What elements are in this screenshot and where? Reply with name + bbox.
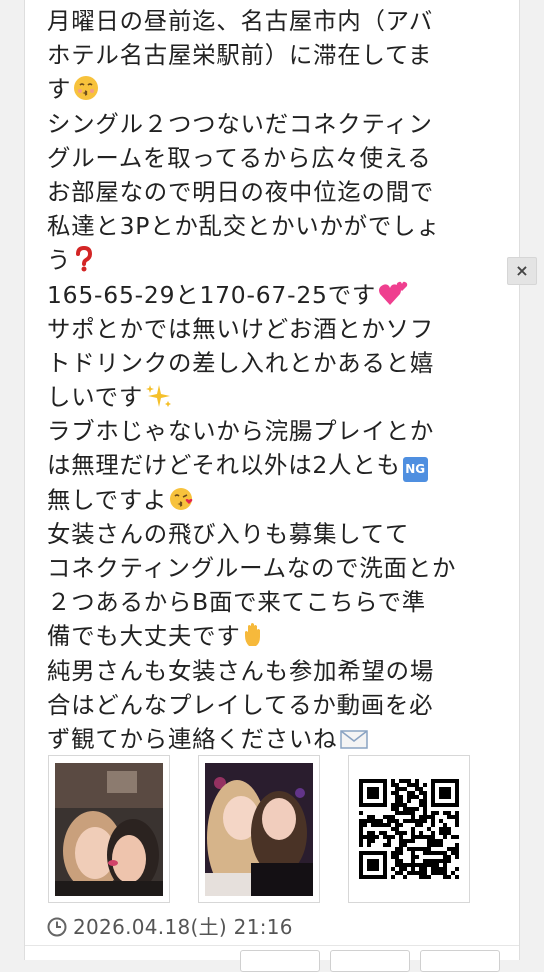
post-line: お部屋なので明日の夜中位迄の間で: [47, 177, 435, 206]
post-line: ず観てから連絡くださいね: [47, 722, 502, 756]
post-line: 無しですよ: [47, 483, 502, 517]
raised-hand-icon: [243, 622, 267, 657]
ng-badge-icon: NG: [402, 457, 428, 483]
photo-image: [55, 763, 163, 896]
qr-code-thumbnail[interactable]: [348, 755, 470, 903]
photo-image: [205, 763, 313, 896]
photo-thumbnail-1[interactable]: [48, 755, 170, 903]
post-line: 165-65-29と170-67-25です: [47, 278, 502, 312]
post-line: シングル２つつないだコネクティン: [47, 109, 433, 138]
red-question-mark-icon: [73, 246, 95, 281]
post-body: 月曜日の昼前迄、名古屋市内（アバ ホテル名古屋栄駅前）に滞在してま す シングル…: [47, 4, 502, 756]
post-line: は無理だけどそれ以外は2人とも NG: [47, 448, 502, 483]
post-line: コネクティングルームなので洗面とか: [47, 554, 457, 582]
post-line: 女装さんの飛び入りも募集してて: [47, 519, 410, 548]
post-line: しいです: [47, 380, 502, 414]
post-line: トドリンクの差し入れとかあると嬉: [47, 348, 435, 377]
post-meta: 2026.04.18(土) 21:16: [47, 912, 293, 942]
post-line: 備でも大丈夫です: [47, 619, 502, 653]
divider: [25, 945, 519, 946]
sparkles-icon: [145, 383, 173, 418]
action-button[interactable]: [420, 950, 500, 972]
post-card: 月曜日の昼前迄、名古屋市内（アバ ホテル名古屋栄駅前）に滞在してま す シングル…: [24, 0, 520, 960]
action-button[interactable]: [240, 950, 320, 972]
clock-icon: [47, 917, 67, 937]
post-line: う: [47, 243, 502, 277]
qr-code-icon: [355, 763, 463, 896]
post-line: 私達と3Pとか乱交とかいかがでしょ: [47, 212, 441, 241]
post-line: ２つあるからB面で来てこちらで準: [47, 588, 427, 617]
post-line: 純男さんも女装さんも参加希望の場: [47, 656, 435, 685]
close-button[interactable]: ×: [507, 257, 537, 285]
post-line: 合はどんなプレイしてるか動画を必: [47, 690, 434, 719]
post-line: グルームを取ってるから広々使える: [47, 143, 432, 172]
action-button[interactable]: [330, 950, 410, 972]
post-line: す: [47, 72, 502, 106]
kissing-face-emoji-icon: [73, 75, 99, 110]
post-line: ホテル名古屋栄駅前）に滞在してま: [47, 41, 433, 70]
photo-thumbnail-2[interactable]: [198, 755, 320, 903]
post-line: サポとかでは無いけどお酒とかソフ: [47, 314, 435, 343]
post-line: ラブホじゃないから浣腸プレイとか: [47, 417, 435, 446]
face-blowing-kiss-icon: [169, 486, 195, 521]
post-line: 月曜日の昼前迄、名古屋市内（アバ: [47, 7, 434, 35]
post-timestamp: 2026.04.18(土) 21:16: [73, 915, 293, 939]
two-hearts-icon: [378, 281, 408, 316]
